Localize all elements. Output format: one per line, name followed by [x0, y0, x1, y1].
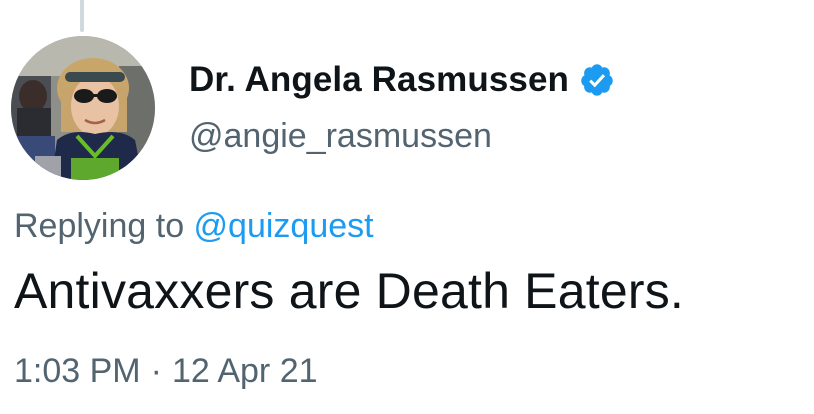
timestamp-separator: ·	[150, 352, 162, 390]
thread-connector-line	[80, 0, 84, 32]
avatar[interactable]	[11, 36, 155, 180]
tweet-time: 1:03 PM	[14, 352, 141, 390]
tweet-timestamp[interactable]: 1:03 PM · 12 Apr 21	[14, 352, 318, 391]
tweet-text: Antivaxxers are Death Eaters.	[14, 263, 684, 319]
verified-badge-icon	[579, 62, 615, 98]
tweet-date: 12 Apr 21	[171, 352, 318, 390]
author-handle[interactable]: @angie_rasmussen	[189, 117, 492, 156]
author-display-name[interactable]: Dr. Angela Rasmussen	[189, 60, 569, 100]
profile-photo-icon	[11, 36, 155, 180]
replying-to-label: Replying to	[14, 207, 194, 245]
replying-to-line: Replying to @quizquest	[14, 207, 374, 246]
author-name-row: Dr. Angela Rasmussen	[189, 52, 615, 108]
reply-target-handle-link[interactable]: @quizquest	[194, 207, 374, 245]
